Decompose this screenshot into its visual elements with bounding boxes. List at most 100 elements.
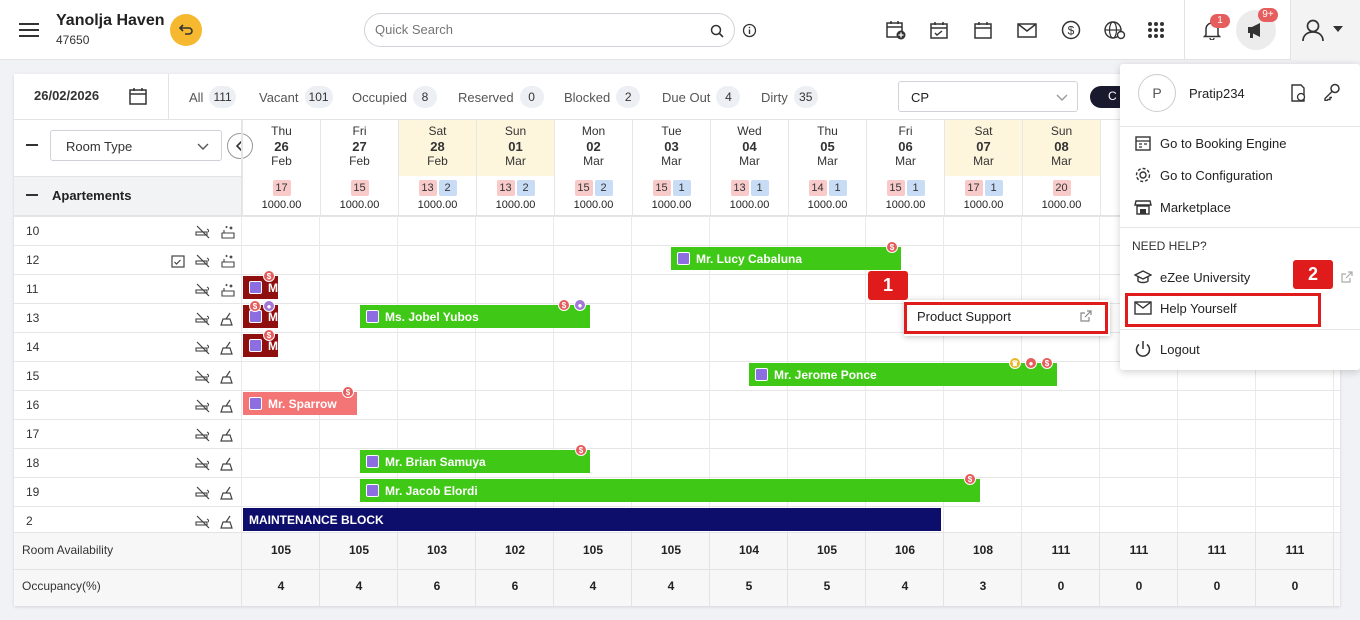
- month: Mar: [505, 154, 526, 168]
- rate-value: 1000.00: [651, 199, 692, 211]
- menu-item-marketplace[interactable]: Marketplace: [1134, 198, 1231, 216]
- payment-due-icon: $: [886, 241, 898, 253]
- collapse-icon[interactable]: [26, 144, 38, 146]
- mail-icon[interactable]: [1017, 21, 1037, 39]
- broom-icon[interactable]: [220, 486, 236, 500]
- search-icon[interactable]: [710, 24, 724, 38]
- rate-plan-select[interactable]: CP: [898, 81, 1078, 112]
- broom-icon[interactable]: [220, 341, 236, 355]
- room-row: 16: [14, 390, 1340, 419]
- rate-cell[interactable]: 15 1 1000.00: [632, 176, 710, 216]
- payment-due-icon: $: [342, 386, 354, 398]
- availability-value: 111: [1285, 543, 1305, 557]
- booking-bar[interactable]: Ms. Jobel Yubos: [360, 305, 590, 328]
- filter-all[interactable]: All 111: [189, 86, 236, 108]
- booking-bar[interactable]: Mr. Lucy Cabaluna: [671, 247, 901, 270]
- day-number: 04: [742, 139, 757, 154]
- menu-item-logout[interactable]: Logout: [1134, 340, 1200, 358]
- broom-icon[interactable]: [220, 457, 236, 471]
- menu-item-configuration[interactable]: Go to Configuration: [1134, 166, 1273, 184]
- filter-reserved[interactable]: Reserved 0: [458, 86, 544, 108]
- back-icon[interactable]: [170, 14, 202, 46]
- grid-line: [943, 532, 944, 606]
- rate-cell[interactable]: 14 1 1000.00: [788, 176, 866, 216]
- divider: [1184, 0, 1185, 60]
- date-header-cell: Wed 04 Mar: [710, 120, 788, 176]
- apps-grid-icon[interactable]: [1147, 21, 1165, 39]
- group-collapse-icon[interactable]: [26, 194, 38, 196]
- broom-icon[interactable]: [220, 312, 236, 326]
- month: Mar: [661, 154, 682, 168]
- booking-bar[interactable]: Mr. Jacob Elordi: [360, 479, 980, 502]
- calendar-icon[interactable]: [973, 20, 993, 40]
- rate-cell[interactable]: 15 2 1000.00: [554, 176, 632, 216]
- month: Mar: [817, 154, 838, 168]
- search-box[interactable]: [364, 13, 735, 47]
- booking-bar[interactable]: Mr. Brian Samuya: [360, 450, 590, 473]
- rate-cell[interactable]: 13 2 1000.00: [476, 176, 554, 216]
- search-input[interactable]: [375, 22, 675, 37]
- room-row: 18: [14, 448, 1340, 477]
- date-header-cell: Sun 01 Mar: [476, 120, 554, 176]
- date-header-cell: Sun 08 Mar: [1022, 120, 1100, 176]
- filter-count: 2: [616, 86, 641, 108]
- step-badge-1: 1: [868, 271, 908, 300]
- availability-value: 111: [1129, 543, 1149, 557]
- broom-icon[interactable]: [220, 428, 236, 442]
- broom-icon[interactable]: [220, 370, 236, 384]
- filter-blocked[interactable]: Blocked 2: [564, 86, 641, 108]
- rate-cell[interactable]: 15 1000.00: [320, 176, 398, 216]
- hamburger-menu-icon[interactable]: [18, 18, 42, 42]
- count-pill: 15: [350, 180, 369, 196]
- store-icon: [1134, 200, 1152, 215]
- broom-icon[interactable]: [220, 515, 236, 529]
- group-label: Apartements: [52, 188, 132, 203]
- day-number: 07: [976, 139, 991, 154]
- rate-cell[interactable]: 13 1 1000.00: [710, 176, 788, 216]
- room-number: 16: [26, 398, 40, 412]
- menu-item-booking-engine[interactable]: Go to Booking Engine: [1134, 134, 1286, 152]
- sparkle-clean-icon[interactable]: [220, 283, 236, 297]
- occupancy-value: 4: [901, 579, 909, 593]
- day-of-week: Sat: [428, 124, 447, 138]
- occupancy-value: 5: [745, 579, 753, 593]
- rate-cell[interactable]: 15 1 1000.00: [866, 176, 944, 216]
- menu-item-ezee-university[interactable]: eZee University: [1134, 268, 1250, 286]
- filter-label: Reserved: [458, 89, 514, 105]
- key-icon[interactable]: [1323, 83, 1341, 101]
- shield-document-icon[interactable]: [1289, 83, 1307, 103]
- booking-bar[interactable]: Mr. Sparrow: [243, 392, 357, 415]
- occupancy-value: 5: [823, 579, 831, 593]
- dollar-icon[interactable]: $: [1061, 20, 1081, 40]
- filter-occupied[interactable]: Occupied 8: [352, 86, 437, 108]
- day-of-week: Fri: [352, 124, 367, 138]
- broom-icon[interactable]: [220, 399, 236, 413]
- sparkle-clean-icon[interactable]: [220, 225, 236, 239]
- guest-icon: ●: [574, 299, 586, 311]
- vip-crown-icon: ♛: [1009, 357, 1021, 369]
- filter-vacant[interactable]: Vacant 101: [259, 86, 333, 108]
- rate-cell[interactable]: 20 1000.00: [1022, 176, 1100, 216]
- room-type-select[interactable]: Room Type: [50, 130, 222, 161]
- filter-due-out[interactable]: Due Out 4: [662, 86, 741, 108]
- maintenance-block[interactable]: MAINTENANCE BLOCK: [243, 508, 941, 531]
- availability-value: 103: [426, 543, 448, 557]
- rate-cell[interactable]: 17 1 1000.00: [944, 176, 1022, 216]
- calendar-picker-icon[interactable]: [128, 86, 148, 106]
- rate-plan-value: CP: [911, 90, 930, 105]
- grid-line: [553, 532, 554, 606]
- rate-cell[interactable]: 13 2 1000.00: [398, 176, 476, 216]
- filter-label: Blocked: [564, 89, 611, 105]
- no-smoking-icon: [195, 370, 210, 384]
- info-icon[interactable]: [742, 23, 757, 38]
- rate-cell[interactable]: 17 1000.00: [242, 176, 320, 216]
- checklist-icon[interactable]: [171, 254, 185, 268]
- globe-settings-icon[interactable]: [1104, 20, 1126, 40]
- filter-dirty[interactable]: Dirty 35: [761, 86, 818, 108]
- user-menu-toggle[interactable]: [1291, 0, 1360, 60]
- calendar-add-icon[interactable]: [885, 19, 907, 41]
- current-date[interactable]: 26/02/2026: [34, 88, 99, 103]
- calendar-check-icon[interactable]: [929, 20, 949, 40]
- sparkle-clean-icon[interactable]: [220, 254, 236, 268]
- room-number: 10: [26, 224, 40, 238]
